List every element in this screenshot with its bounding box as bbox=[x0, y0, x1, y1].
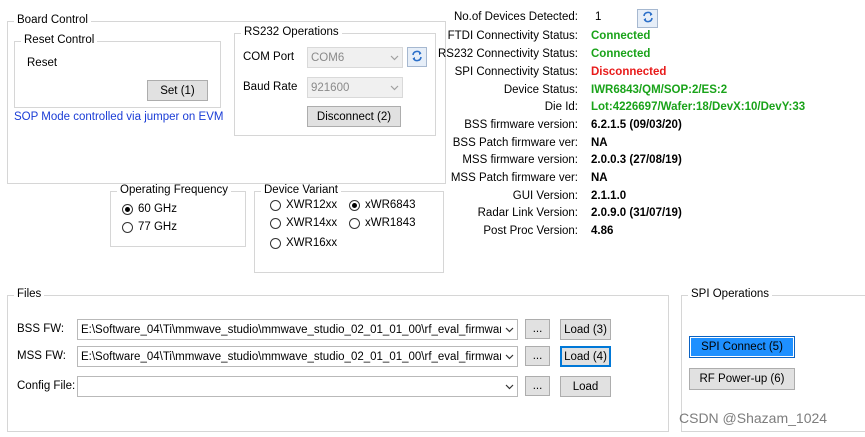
spi-status-value: Disconnected bbox=[591, 66, 667, 78]
mss-fw-load-button[interactable]: Load (4) bbox=[560, 346, 611, 367]
config-file-browse-button[interactable]: ... bbox=[525, 376, 550, 396]
variant-xwr1843-label: xWR1843 bbox=[365, 217, 416, 229]
spi-operations-title: SPI Operations bbox=[688, 288, 772, 300]
radio-unselected-icon bbox=[270, 237, 281, 249]
bss-patch-value: NA bbox=[591, 137, 608, 149]
rs232-status-value: Connected bbox=[591, 48, 651, 60]
radio-unselected-icon bbox=[349, 217, 360, 229]
device-variant-title: Device Variant bbox=[261, 184, 341, 196]
reset-control-title: Reset Control bbox=[21, 34, 98, 46]
radio-selected-icon bbox=[349, 199, 360, 211]
bss-patch-label: BSS Patch firmware ver: bbox=[452, 137, 578, 149]
sop-mode-note: SOP Mode controlled via jumper on EVM bbox=[14, 111, 224, 123]
freq-60ghz-label: 60 GHz bbox=[138, 203, 177, 215]
variant-xwr14xx-radio[interactable]: XWR14xx bbox=[270, 217, 337, 229]
bss-fw-version-label: BSS firmware version: bbox=[464, 119, 578, 131]
baud-rate-label: Baud Rate bbox=[243, 81, 298, 93]
com-port-select[interactable]: COM6 bbox=[307, 47, 403, 68]
set-button[interactable]: Set (1) bbox=[147, 80, 208, 101]
board-control-title: Board Control bbox=[14, 14, 91, 26]
variant-xwr16xx-radio[interactable]: XWR16xx bbox=[270, 237, 337, 249]
baud-rate-select[interactable]: 921600 bbox=[307, 77, 403, 98]
variant-xwr1843-radio[interactable]: xWR1843 bbox=[349, 217, 416, 229]
ftdi-status-label: FTDI Connectivity Status: bbox=[447, 30, 578, 42]
bss-fw-path-value: E:\Software_04\Ti\mmwave_studio\mmwave_s… bbox=[81, 323, 518, 336]
variant-xwr12xx-radio[interactable]: XWR12xx bbox=[270, 199, 337, 211]
mss-fw-label: MSS FW: bbox=[17, 350, 66, 362]
spi-status-label: SPI Connectivity Status: bbox=[454, 66, 578, 78]
mss-fw-version-label: MSS firmware version: bbox=[462, 154, 578, 166]
variant-xwr14xx-label: XWR14xx bbox=[286, 217, 338, 229]
operating-frequency-title: Operating Frequency bbox=[117, 184, 232, 196]
operating-frequency-group: Operating Frequency bbox=[110, 184, 246, 247]
devices-refresh-button[interactable] bbox=[637, 9, 658, 28]
mss-patch-value: NA bbox=[591, 172, 608, 184]
freq-77ghz-label: 77 GHz bbox=[138, 221, 177, 233]
variant-xwr6843-label: xWR6843 bbox=[365, 199, 416, 211]
rs232-status-label: RS232 Connectivity Status: bbox=[438, 48, 578, 60]
refresh-icon bbox=[641, 10, 655, 27]
mss-fw-path-select[interactable]: E:\Software_04\Ti\mmwave_studio\mmwave_s… bbox=[77, 346, 518, 367]
com-port-refresh-button[interactable] bbox=[407, 47, 427, 67]
com-port-label: COM Port bbox=[243, 51, 295, 63]
devices-detected-label: No.of Devices Detected: bbox=[453, 11, 578, 23]
disconnect-button[interactable]: Disconnect (2) bbox=[307, 106, 401, 127]
radio-unselected-icon bbox=[270, 199, 281, 211]
chevron-down-icon bbox=[501, 347, 517, 366]
radar-link-version-value: 2.0.9.0 (31/07/19) bbox=[591, 207, 682, 219]
mss-fw-browse-button[interactable]: ... bbox=[525, 346, 550, 366]
post-proc-version-value: 4.86 bbox=[591, 225, 614, 237]
baud-rate-value: 921600 bbox=[311, 81, 350, 94]
config-file-path-select[interactable] bbox=[77, 376, 518, 397]
bss-fw-version-value: 6.2.1.5 (09/03/20) bbox=[591, 119, 682, 131]
com-port-value: COM6 bbox=[311, 51, 345, 64]
bss-fw-load-button[interactable]: Load (3) bbox=[560, 319, 611, 340]
files-title: Files bbox=[14, 288, 45, 300]
refresh-icon bbox=[410, 49, 424, 66]
radio-unselected-icon bbox=[270, 217, 281, 229]
gui-version-label: GUI Version: bbox=[512, 190, 578, 202]
device-status-value: IWR6843/QM/SOP:2/ES:2 bbox=[591, 84, 728, 96]
radio-selected-icon bbox=[122, 203, 133, 215]
freq-60ghz-radio[interactable]: 60 GHz bbox=[122, 203, 177, 215]
mss-fw-path-value: E:\Software_04\Ti\mmwave_studio\mmwave_s… bbox=[81, 350, 518, 363]
mss-fw-version-value: 2.0.0.3 (27/08/19) bbox=[591, 154, 682, 166]
die-id-value: Lot:4226697/Wafer:18/DevX:10/DevY:33 bbox=[591, 101, 806, 113]
gui-version-value: 2.1.1.0 bbox=[591, 190, 627, 202]
device-status-label: Device Status: bbox=[503, 84, 578, 96]
config-file-load-button[interactable]: Load bbox=[560, 376, 611, 397]
ftdi-status-value: Connected bbox=[591, 30, 651, 42]
post-proc-version-label: Post Proc Version: bbox=[483, 225, 578, 237]
radar-link-version-label: Radar Link Version: bbox=[477, 207, 578, 219]
variant-xwr16xx-label: XWR16xx bbox=[286, 237, 338, 249]
bss-fw-label: BSS FW: bbox=[17, 323, 65, 335]
reset-label: Reset bbox=[27, 57, 58, 69]
radio-unselected-icon bbox=[122, 221, 133, 233]
chevron-down-icon bbox=[501, 320, 517, 339]
rf-powerup-button[interactable]: RF Power-up (6) bbox=[689, 368, 795, 390]
chevron-down-icon bbox=[386, 78, 402, 97]
mss-patch-label: MSS Patch firmware ver: bbox=[450, 172, 578, 184]
bss-fw-browse-button[interactable]: ... bbox=[525, 319, 550, 339]
freq-77ghz-radio[interactable]: 77 GHz bbox=[122, 221, 177, 233]
watermark: CSDN @Shazam_1024 bbox=[679, 410, 828, 426]
spi-connect-button[interactable]: SPI Connect (5) bbox=[689, 336, 795, 358]
chevron-down-icon bbox=[386, 48, 402, 67]
variant-xwr6843-radio[interactable]: xWR6843 bbox=[349, 199, 416, 211]
rs232-operations-title: RS232 Operations bbox=[241, 26, 342, 38]
config-file-label: Config File: bbox=[17, 380, 76, 392]
variant-xwr12xx-label: XWR12xx bbox=[286, 199, 338, 211]
chevron-down-icon bbox=[501, 377, 517, 396]
devices-detected-value: 1 bbox=[595, 11, 602, 23]
die-id-label: Die Id: bbox=[544, 101, 578, 113]
bss-fw-path-select[interactable]: E:\Software_04\Ti\mmwave_studio\mmwave_s… bbox=[77, 319, 518, 340]
